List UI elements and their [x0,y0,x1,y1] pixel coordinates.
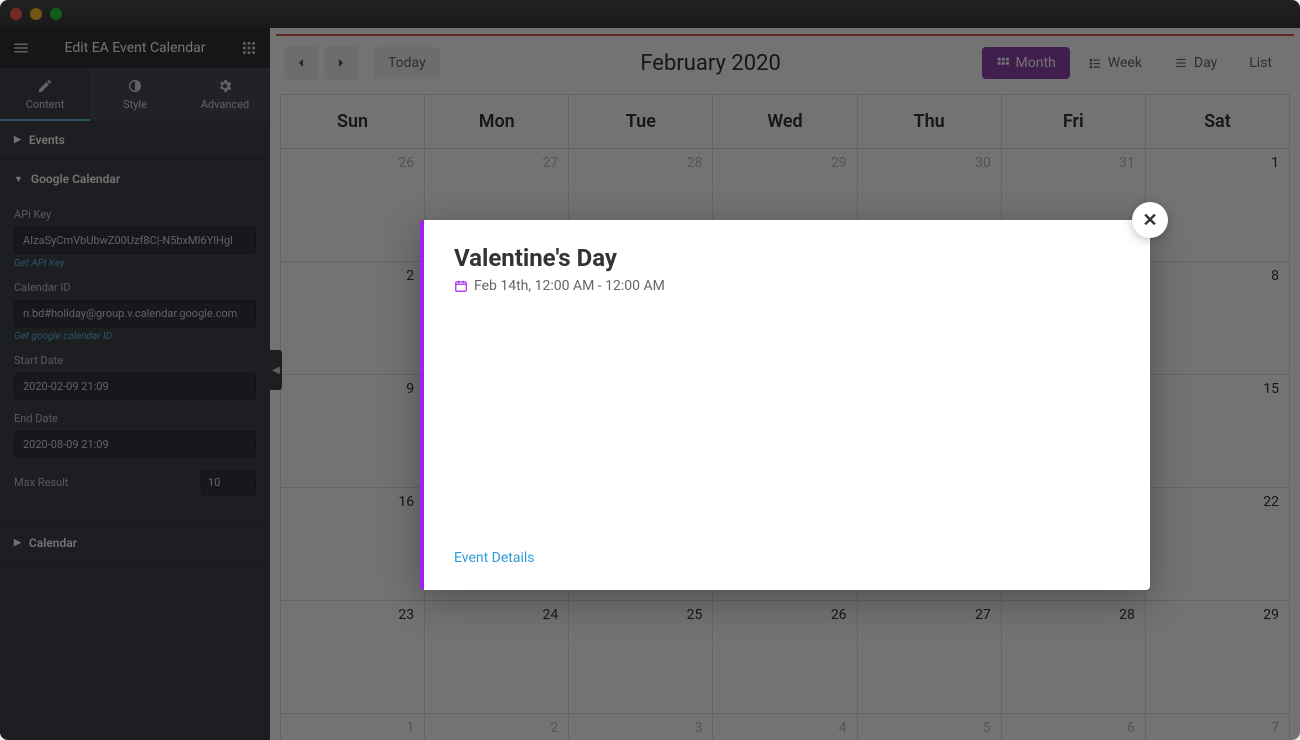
modal-close-button[interactable]: ✕ [1132,202,1168,238]
modal-date-text: Feb 14th, 12:00 AM - 12:00 AM [474,278,665,294]
modal-title: Valentine's Day [454,244,1120,272]
event-modal: ✕ Valentine's Day Feb 14th, 12:00 AM - 1… [420,220,1150,590]
modal-date-row: Feb 14th, 12:00 AM - 12:00 AM [454,278,1120,294]
event-details-link[interactable]: Event Details [454,550,535,566]
close-icon: ✕ [1142,210,1157,231]
calendar-icon [454,279,468,293]
